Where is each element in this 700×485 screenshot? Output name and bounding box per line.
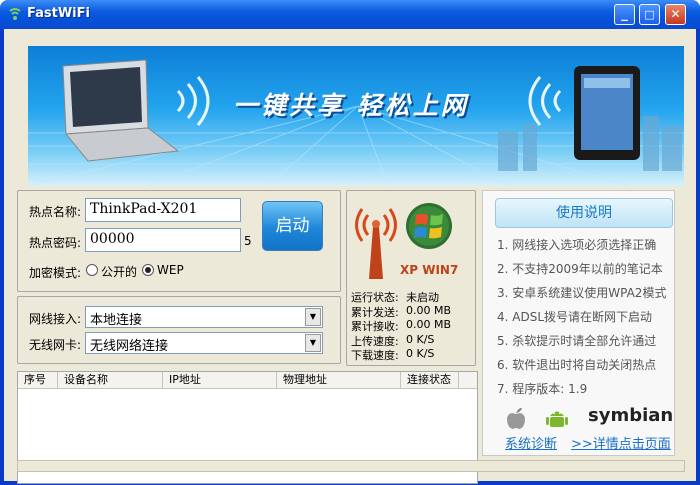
help-item: 3. 安卓系统建议使用WPA2模式 <box>497 286 667 300</box>
android-icon <box>546 411 568 427</box>
title-bar[interactable]: FastWiFi _ □ ✕ <box>0 0 700 29</box>
wired-select[interactable]: 本地连接 ▼ <box>85 306 323 328</box>
wired-select-value: 本地连接 <box>90 313 143 328</box>
recv-value: 0.00 MB <box>406 318 452 331</box>
upload-value: 0 K/S <box>406 333 435 346</box>
download-label: 下载速度: <box>351 349 399 362</box>
col-ip[interactable]: IP地址 <box>163 372 277 389</box>
maximize-button[interactable]: □ <box>639 4 660 25</box>
close-button[interactable]: ✕ <box>665 4 686 25</box>
wireless-label: 无线网卡: <box>29 338 82 352</box>
tablet-icon <box>574 66 640 160</box>
minimize-button[interactable]: _ <box>614 4 635 25</box>
wireless-select[interactable]: 无线网络连接 ▼ <box>85 332 323 354</box>
help-item: 6. 软件退出时将自动关闭热点 <box>497 358 657 372</box>
client-area: 一键共享 轻松上网 热点名称: ThinkPad-X201 热点密码: 0000… <box>4 29 696 484</box>
password-length: 5 <box>244 234 252 248</box>
help-item: 4. ADSL拨号请在断网下启动 <box>497 310 653 324</box>
help-item: 7. 程序版本: 1.9 <box>497 382 588 396</box>
app-window: FastWiFi _ □ ✕ 一键共享 轻松上网 热点名称: ThinkPad-… <box>0 0 700 485</box>
start-button[interactable]: 启动 <box>262 201 323 251</box>
table-header: 序号 设备名称 IP地址 物理地址 连接状态 <box>18 372 477 389</box>
wired-label: 网线接入: <box>29 312 82 326</box>
help-title: 使用说明 <box>495 198 673 228</box>
window-title: FastWiFi <box>27 6 90 21</box>
os-badge: XP WIN7 <box>400 263 459 277</box>
run-state-label: 运行状态: <box>351 291 399 304</box>
col-device-name[interactable]: 设备名称 <box>58 372 163 389</box>
wifi-app-icon <box>9 8 21 20</box>
chevron-down-icon[interactable]: ▼ <box>305 334 321 352</box>
hotspot-password-label: 热点密码: <box>29 236 82 250</box>
wireless-select-value: 无线网络连接 <box>90 339 169 354</box>
col-index[interactable]: 序号 <box>18 372 58 389</box>
download-value: 0 K/S <box>406 347 435 360</box>
windows-logo-icon <box>406 203 452 249</box>
apple-icon <box>507 407 525 429</box>
symbian-logo: symbian <box>588 405 674 426</box>
wifi-tower-icon <box>355 208 397 279</box>
help-item: 1. 网线接入选项必须选择正确 <box>497 238 657 252</box>
hotspot-password-input[interactable]: 00000 <box>85 228 241 252</box>
laptop-icon <box>62 59 180 162</box>
encryption-open-radio[interactable] <box>86 264 98 276</box>
encryption-wep-radio[interactable] <box>142 264 154 276</box>
run-state-value: 未启动 <box>406 291 439 304</box>
encryption-label: 加密模式: <box>29 266 82 280</box>
encryption-open-label[interactable]: 公开的 <box>101 263 137 280</box>
promo-banner: 一键共享 轻松上网 <box>28 46 684 186</box>
details-link[interactable]: >>详情点击页面 <box>571 433 671 452</box>
system-diagnose-link[interactable]: 系统诊断 <box>505 433 557 452</box>
help-item: 5. 杀软提示时请全部允许通过 <box>497 334 657 348</box>
help-item: 2. 不支持2009年以前的笔记本 <box>497 262 663 276</box>
encryption-wep-label[interactable]: WEP <box>157 263 184 277</box>
banner-slogan: 一键共享 轻松上网 <box>233 91 469 120</box>
chevron-down-icon[interactable]: ▼ <box>305 308 321 326</box>
col-mac[interactable]: 物理地址 <box>277 372 401 389</box>
recv-label: 累计接收: <box>351 320 399 333</box>
col-status[interactable]: 连接状态 <box>401 372 459 389</box>
status-bar <box>17 460 685 472</box>
hotspot-name-label: 热点名称: <box>29 205 82 219</box>
sent-value: 0.00 MB <box>406 304 452 317</box>
help-panel: 使用说明 1. 网线接入选项必须选择正确 2. 不支持2009年以前的笔记本 3… <box>482 190 675 456</box>
hotspot-name-input[interactable]: ThinkPad-X201 <box>85 198 241 222</box>
